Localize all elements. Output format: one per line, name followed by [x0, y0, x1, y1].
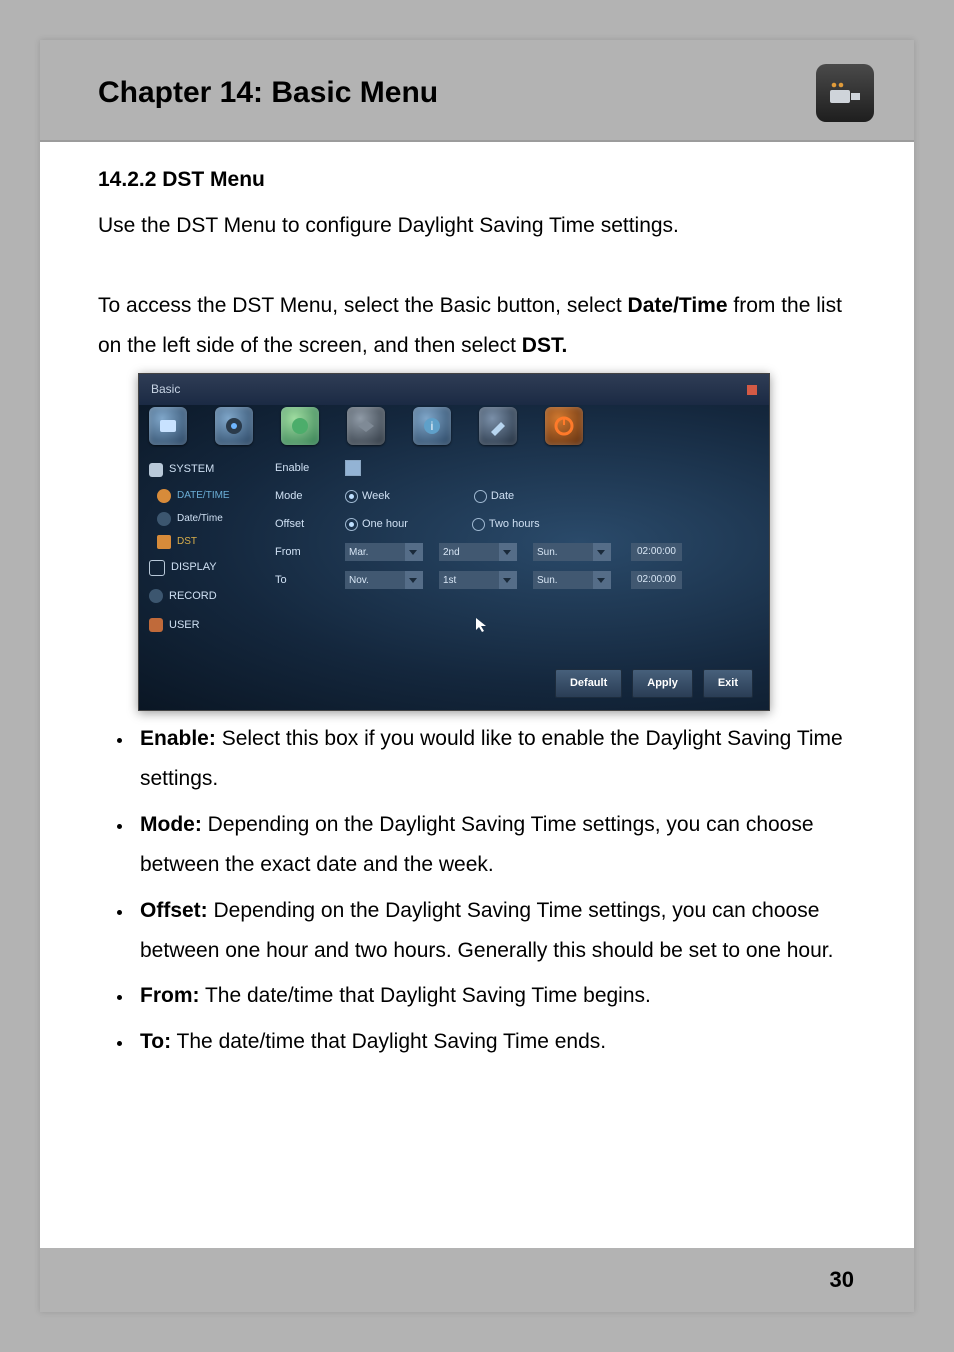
sidebar-label-user: USER: [169, 615, 200, 636]
window-title: Basic: [151, 378, 180, 401]
sidebar-label-date-time-header: DATE/TIME: [177, 486, 230, 505]
mode-date-text: Date: [491, 486, 514, 507]
sidebar-label-date-time: Date/Time: [177, 509, 223, 528]
record-icon: [149, 589, 163, 603]
clock-icon: [157, 489, 171, 503]
bullet-mode: Mode: Depending on the Daylight Saving T…: [134, 805, 856, 885]
sidebar-item-display[interactable]: DISPLAY: [145, 553, 253, 582]
sidebar-label-system: SYSTEM: [169, 459, 214, 480]
bullet-from-text: The date/time that Daylight Saving Time …: [200, 984, 651, 1007]
bullet-to-text: The date/time that Daylight Saving Time …: [171, 1030, 606, 1053]
bullet-offset: Offset: Depending on the Daylight Saving…: [134, 891, 856, 971]
bullet-from: From: The date/time that Daylight Saving…: [134, 976, 856, 1016]
apply-button[interactable]: Apply: [632, 669, 693, 698]
offset-one-text: One hour: [362, 514, 408, 535]
toolbar-icon-4[interactable]: [347, 407, 385, 445]
sidebar-item-record[interactable]: RECORD: [145, 582, 253, 611]
bullet-offset-text: Depending on the Daylight Saving Time se…: [140, 899, 833, 962]
chapter-title: Chapter 14: Basic Menu: [98, 76, 438, 110]
mode-week-radio[interactable]: Week: [345, 486, 390, 507]
svg-text:i: i: [431, 419, 434, 433]
bullet-enable-label: Enable:: [140, 727, 216, 750]
radio-icon: [474, 490, 487, 503]
user-icon: [149, 618, 163, 632]
toolbar-icon-1[interactable]: [149, 407, 187, 445]
description-list: Enable: Select this box if you would lik…: [134, 719, 856, 1062]
from-time-field[interactable]: 02:00:00: [631, 543, 682, 561]
sidebar-label-display: DISPLAY: [171, 557, 217, 578]
dst-form: Enable Mode Week Date Offset One hour: [253, 449, 769, 659]
toolbar-icon-7[interactable]: [545, 407, 583, 445]
exit-button[interactable]: Exit: [703, 669, 753, 698]
to-day-dropdown[interactable]: Sun.: [533, 571, 611, 589]
radio-icon: [472, 518, 485, 531]
label-mode: Mode: [275, 486, 335, 507]
toolbar: i: [139, 405, 769, 449]
label-to: To: [275, 570, 335, 591]
sidebar-label-record: RECORD: [169, 586, 217, 607]
to-ordinal-dropdown[interactable]: 1st: [439, 571, 517, 589]
bullet-icon: [157, 535, 171, 549]
toolbar-icon-3[interactable]: [281, 407, 319, 445]
page-number: 30: [830, 1267, 854, 1293]
radio-icon: [345, 490, 358, 503]
default-button[interactable]: Default: [555, 669, 622, 698]
sidebar-item-user[interactable]: USER: [145, 611, 253, 640]
section-heading: 14.2.2 DST Menu: [98, 160, 856, 200]
label-offset: Offset: [275, 514, 335, 535]
intro-text: Use the DST Menu to configure Daylight S…: [98, 206, 856, 246]
dst-menu-screenshot: Basic i SYSTEM: [138, 373, 770, 711]
bullet-enable-text: Select this box if you would like to ena…: [140, 727, 843, 790]
cursor-icon: [475, 617, 755, 641]
label-enable: Enable: [275, 458, 335, 479]
window-titlebar: Basic: [139, 374, 769, 405]
gear-icon: [149, 463, 163, 477]
sidebar-item-system[interactable]: SYSTEM: [145, 455, 253, 484]
from-month-dropdown[interactable]: Mar.: [345, 543, 423, 561]
offset-two-radio[interactable]: Two hours: [472, 514, 540, 535]
sidebar-item-date-time-header[interactable]: DATE/TIME: [153, 484, 253, 507]
toolbar-icon-6[interactable]: [479, 407, 517, 445]
toolbar-icon-5[interactable]: i: [413, 407, 451, 445]
bullet-to: To: The date/time that Daylight Saving T…: [134, 1022, 856, 1062]
access-date-time: Date/Time: [628, 294, 728, 317]
bullet-enable: Enable: Select this box if you would lik…: [134, 719, 856, 799]
enable-checkbox[interactable]: [345, 460, 361, 476]
label-from: From: [275, 542, 335, 563]
bullet-to-label: To:: [140, 1030, 171, 1053]
bullet-from-label: From:: [140, 984, 200, 1007]
mode-week-text: Week: [362, 486, 390, 507]
bullet-mode-label: Mode:: [140, 813, 202, 836]
access-pre: To access the DST Menu, select the Basic…: [98, 294, 628, 317]
page-footer: 30: [40, 1248, 914, 1312]
radio-icon: [345, 518, 358, 531]
to-month-dropdown[interactable]: Nov.: [345, 571, 423, 589]
chapter-bar: Chapter 14: Basic Menu: [40, 40, 914, 142]
bullet-offset-label: Offset:: [140, 899, 208, 922]
sidebar-label-dst: DST: [177, 532, 197, 551]
toolbar-icon-2[interactable]: [215, 407, 253, 445]
camera-icon: [816, 64, 874, 122]
offset-one-radio[interactable]: One hour: [345, 514, 408, 535]
sidebar-item-date-time[interactable]: Date/Time: [153, 507, 253, 530]
close-icon[interactable]: [747, 385, 757, 395]
sidebar-item-dst[interactable]: DST: [153, 530, 253, 553]
from-day-dropdown[interactable]: Sun.: [533, 543, 611, 561]
bullet-icon: [157, 512, 171, 526]
bullet-mode-text: Depending on the Daylight Saving Time se…: [140, 813, 814, 876]
offset-two-text: Two hours: [489, 514, 540, 535]
sidebar: SYSTEM DATE/TIME Date/Time DST: [139, 449, 253, 659]
access-dst: DST.: [522, 334, 568, 357]
to-time-field[interactable]: 02:00:00: [631, 571, 682, 589]
access-instructions: To access the DST Menu, select the Basic…: [98, 286, 856, 366]
display-icon: [149, 560, 165, 576]
mode-date-radio[interactable]: Date: [474, 486, 514, 507]
from-ordinal-dropdown[interactable]: 2nd: [439, 543, 517, 561]
